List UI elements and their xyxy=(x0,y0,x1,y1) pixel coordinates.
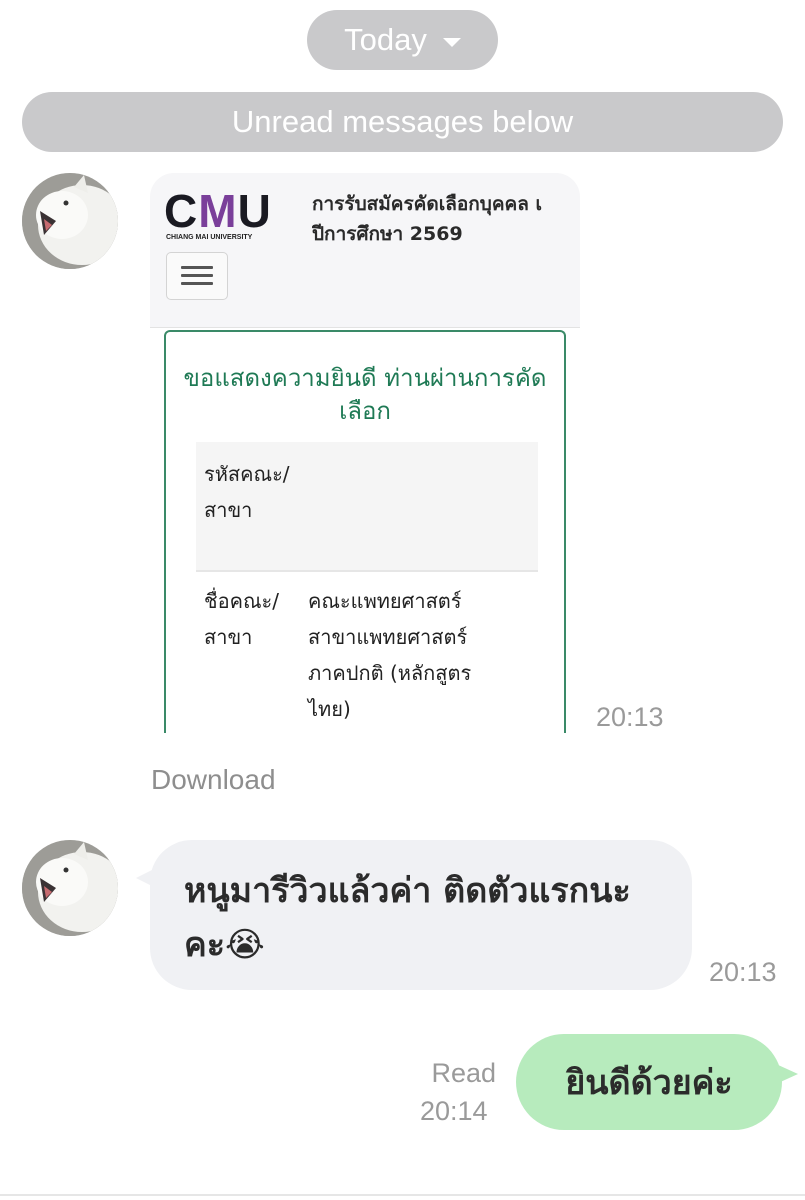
unread-banner-label: Unread messages below xyxy=(231,104,574,139)
screenshot-header: CMU CHIANG MAI UNIVERSITY การรับสมัครคัด… xyxy=(150,173,580,328)
table-row: รหัสคณะ/สาขา xyxy=(196,442,538,572)
cmu-logo-text: CMU xyxy=(164,185,272,237)
table-row: ชื่อคณะ/สาขา คณะแพทยศาสตร์ สาขาแพทยศาสตร… xyxy=(196,577,538,733)
hamburger-menu-icon xyxy=(166,252,228,300)
screenshot-title: การรับสมัครคัดเลือกบุคคล เ ปีการศึกษา 25… xyxy=(312,189,580,249)
row-label: รหัสคณะ/สาขา xyxy=(204,462,290,522)
read-status: Read xyxy=(431,1058,496,1088)
outgoing-message-bubble[interactable]: ยินดีด้วยค่ะ xyxy=(516,1034,782,1130)
download-link[interactable]: Download xyxy=(151,764,276,796)
caret-down-icon xyxy=(442,37,461,47)
message-timestamp: 20:13 xyxy=(709,957,777,987)
arctic-fox-avatar-image xyxy=(22,840,118,936)
sender-avatar[interactable] xyxy=(22,840,118,936)
message-text: ยินดีด้วยค่ะ xyxy=(565,1063,733,1103)
arctic-fox-avatar-image xyxy=(22,173,118,269)
message-text: หนูมารีวิวแล้วค่า ติดตัวแรกนะคะ😭 xyxy=(184,871,631,965)
row-value: คณะแพทยศาสตร์ สาขาแพทยศาสตร์ ภาคปกติ (หล… xyxy=(308,589,472,721)
row-label: ชื่อคณะ/สาขา xyxy=(204,589,279,649)
cmu-logo: CMU CHIANG MAI UNIVERSITY xyxy=(164,188,284,243)
congrats-heading: ขอแสดงความยินดี ท่านผ่านการคัดเลือก xyxy=(183,364,547,425)
screenshot-title-line1: การรับสมัครคัดเลือกบุคคล เ xyxy=(312,193,543,215)
incoming-message-bubble[interactable]: หนูมารีวิวแล้วค่า ติดตัวแรกนะคะ😭 xyxy=(150,840,692,990)
image-message[interactable]: CMU CHIANG MAI UNIVERSITY การรับสมัครคัด… xyxy=(150,173,580,733)
screenshot-title-line2: ปีการศึกษา 2569 xyxy=(312,223,463,245)
date-pill-label: Today xyxy=(344,22,427,57)
divider xyxy=(150,327,580,328)
date-filter-pill[interactable]: Today xyxy=(307,10,498,70)
result-card: ขอแสดงความยินดี ท่านผ่านการคัดเลือก รหัส… xyxy=(164,330,566,733)
cmu-logo-subtext: CHIANG MAI UNIVERSITY xyxy=(166,234,253,241)
message-timestamp: 20:14 xyxy=(420,1096,488,1126)
sender-avatar[interactable] xyxy=(22,173,118,269)
divider xyxy=(0,1194,805,1196)
message-timestamp: 20:13 xyxy=(596,702,664,732)
unread-messages-banner: Unread messages below xyxy=(22,92,783,152)
